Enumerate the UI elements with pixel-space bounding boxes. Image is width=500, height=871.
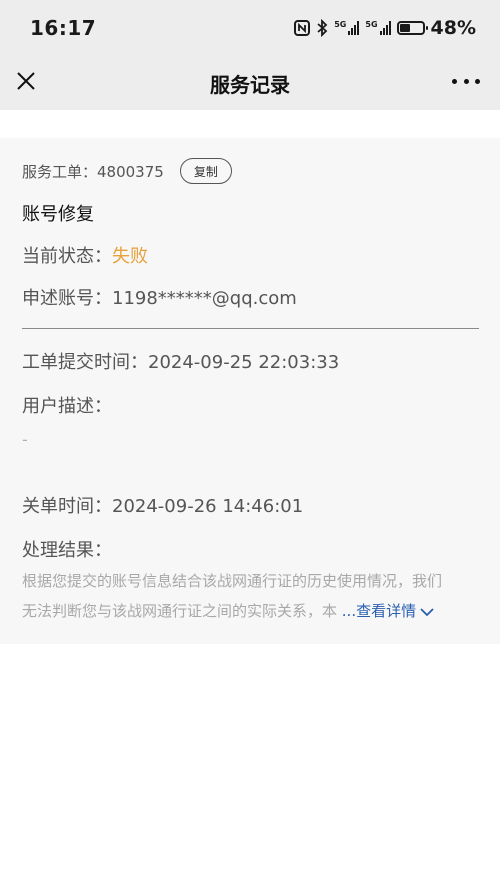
order-row: 服务工单：4800375 复制 xyxy=(22,158,232,184)
order-number: 服务工单：4800375 xyxy=(22,162,164,181)
battery-level xyxy=(399,24,411,32)
close-time: 关单时间：2024-09-26 14:46:01 xyxy=(22,496,304,517)
page-title: 服务记录 xyxy=(210,72,290,97)
result-text: 根据您提交的账号信息结合该战网通行证的历史使用情况，我们 无法判断您与该战网通行… xyxy=(22,566,480,626)
view-details-link[interactable]: ...查看详情 xyxy=(342,602,434,620)
copy-button[interactable]: 复制 xyxy=(179,158,232,184)
nfc-icon xyxy=(294,20,311,36)
signal-5g-icon: 5G xyxy=(365,21,391,35)
status-badge: 失败 xyxy=(112,246,148,267)
status-icons: 5G 5G 48% xyxy=(294,17,476,39)
account-row: 申述账号：1198******@qq.com xyxy=(22,288,297,309)
status-row: 当前状态：失败 xyxy=(22,242,148,268)
result-label: 处理结果： xyxy=(22,540,112,561)
ticket-card: 服务工单：4800375 复制 账号修复 当前状态：失败 申述账号：1198**… xyxy=(0,138,500,644)
result-line-2: 无法判断您与该战网通行证之间的实际关系，本 ...查看详情 xyxy=(22,596,480,626)
status-label: 当前状态： xyxy=(22,246,112,267)
more-icon[interactable] xyxy=(452,70,480,92)
submit-time: 工单提交时间：2024-09-25 22:03:33 xyxy=(22,352,340,373)
result-line-1: 根据您提交的账号信息结合该战网通行证的历史使用情况，我们 xyxy=(22,572,443,590)
section-gap xyxy=(0,110,500,138)
battery-icon xyxy=(396,21,428,35)
battery-percent: 48% xyxy=(430,17,476,39)
nav-bar: 服务记录 xyxy=(0,56,500,110)
bluetooth-icon xyxy=(317,19,328,37)
chevron-down-icon xyxy=(420,607,434,616)
description-label: 用户描述： xyxy=(22,396,112,417)
description-value: - xyxy=(22,430,28,449)
divider xyxy=(22,328,479,329)
status-time: 16:17 xyxy=(30,16,97,40)
status-bar: 16:17 5G 5G 48% xyxy=(0,0,500,56)
signal-5g-icon: 5G xyxy=(334,21,360,35)
issue-title: 账号修复 xyxy=(22,204,94,225)
close-icon[interactable] xyxy=(14,69,38,93)
